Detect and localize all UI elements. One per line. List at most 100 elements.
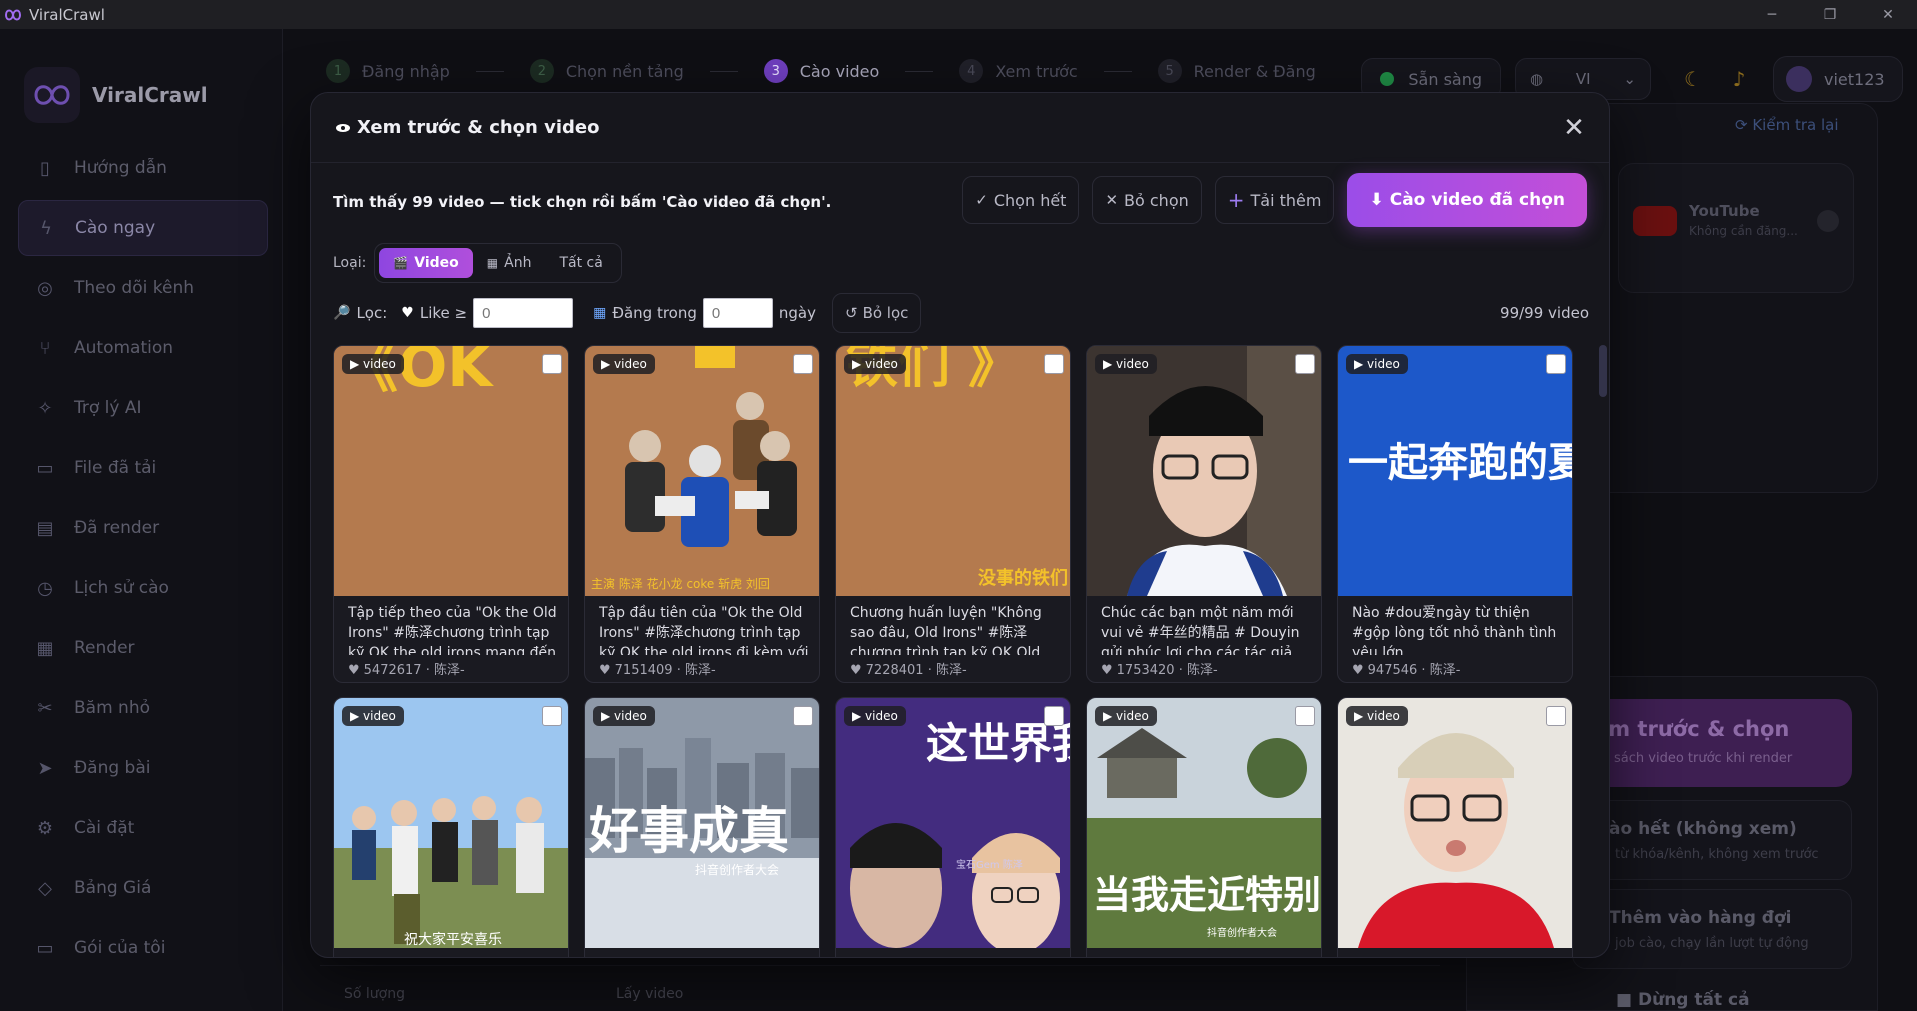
clapper-icon: 🎬 (393, 256, 409, 270)
like-count: 7151409 (614, 663, 673, 678)
select-checkbox[interactable] (1295, 354, 1315, 374)
window-title: ViralCrawl (29, 5, 105, 24)
video-thumbnail: 《OK ▶ video (334, 346, 568, 596)
type-video-tab[interactable]: 🎬 Video (379, 248, 473, 278)
sidebar-item-settings[interactable]: ⚙ Cài đặt (18, 800, 268, 856)
video-card[interactable]: 祝大家平安喜乐 ▶ video (333, 697, 569, 957)
crawl-all-button[interactable]: ào hết (không xem) từ khóa/kênh, không x… (1572, 800, 1852, 880)
step-render-post[interactable]: 5 Render & Đăng (1157, 59, 1316, 83)
reset-filter-button[interactable]: ↺ Bỏ lọc (831, 293, 922, 333)
step-crawl-video[interactable]: 3 Cào video (763, 59, 879, 83)
thumbnail-art: 这世界我来过 宝石Gem 陈泽 (836, 698, 1070, 948)
sparkle-icon: ✧ (37, 397, 53, 419)
video-badge: ▶ video (844, 354, 906, 374)
video-grid-scroll[interactable]: 《OK ▶ video Tập tiếp theo của "Ok the Ol… (333, 345, 1589, 957)
scrollbar-thumb[interactable] (1599, 345, 1607, 397)
sidebar-item-guide[interactable]: ▯ Hướng dẫn (18, 140, 268, 196)
video-thumbnail: 铁们 》 没事的铁们 ▶ video (836, 346, 1070, 596)
video-badge: ▶ video (1095, 706, 1157, 726)
platform-status: Không cần đăng... (1689, 224, 1798, 238)
video-card[interactable]: 好事成真 抖音创作者大会 ▶ video (584, 697, 820, 957)
sidebar-item-downloaded-files[interactable]: ▭ File đã tải (18, 440, 268, 496)
step-preview[interactable]: 4 Xem trước (959, 59, 1078, 83)
minus-icon[interactable] (1817, 210, 1839, 232)
user-menu[interactable]: viet123 (1773, 56, 1903, 102)
film-icon: ▦ (36, 637, 54, 659)
filter-text: Lọc: (356, 304, 388, 322)
heart-icon: ♥ (599, 663, 611, 678)
scissors-icon: ✂ (37, 697, 53, 719)
video-caption: Tập tiếp theo của "Ok the Old Irons" #陈泽… (348, 605, 557, 655)
select-checkbox[interactable] (793, 706, 813, 726)
step-login[interactable]: 1 Đăng nhập (326, 59, 450, 83)
step-number: 3 (763, 59, 788, 83)
thumbnail-art: 《OK (334, 346, 568, 596)
close-icon[interactable]: ✕ (1559, 113, 1589, 143)
video-meta: ♥ 947546 · 陈泽- (1352, 663, 1461, 678)
select-checkbox[interactable] (1295, 706, 1315, 726)
bell-icon[interactable]: ♪ (1727, 67, 1751, 91)
minimize-button[interactable]: ─ (1743, 0, 1801, 29)
step-choose-platform[interactable]: 2 Chọn nền tảng (529, 59, 684, 83)
like-count: 7228401 (865, 663, 924, 678)
sidebar-item-automation[interactable]: ⑂ Automation (18, 320, 268, 376)
video-thumbnail: 好事成真 抖音创作者大会 ▶ video (585, 698, 819, 948)
step-separator (475, 70, 504, 72)
like-min-input[interactable] (473, 298, 574, 328)
option-subtitle: job cào, chạy lần lượt tự động (1615, 936, 1809, 951)
button-label: Chọn hết (993, 190, 1067, 210)
days-label: ngày (778, 304, 816, 322)
sidebar-item-crawl-history[interactable]: ◷ Lịch sử cào (18, 560, 268, 616)
sidebar-item-ai-assistant[interactable]: ✧ Trợ lý AI (18, 380, 268, 436)
posted-days-input[interactable] (702, 298, 773, 328)
sidebar-item-pricing[interactable]: ◇ Bảng Giá (18, 860, 268, 916)
sidebar-item-rendered[interactable]: ▤ Đã render (18, 500, 268, 556)
send-icon: ➤ (37, 757, 53, 779)
platform-card-youtube[interactable]: YouTube Không cần đăng... (1618, 163, 1854, 293)
x-icon: ✕ (1105, 191, 1119, 209)
select-all-button[interactable]: ✓ Chọn hết (962, 176, 1080, 224)
gear-icon: ⚙ (36, 817, 54, 839)
select-checkbox[interactable] (542, 706, 562, 726)
video-card[interactable]: ▶ video Chúc các bạn một năm mới vui vẻ … (1086, 345, 1322, 683)
video-card[interactable]: 主演 陈泽 花小龙 coke 斩虎 刘回 ▶ video Tập đầu tiê… (584, 345, 820, 683)
select-checkbox[interactable] (1546, 354, 1566, 374)
recheck-link[interactable]: ⟳ Kiểm tra lại (1735, 116, 1839, 134)
crawl-selected-button[interactable]: ⬇ Cào video đã chọn (1347, 173, 1587, 227)
sidebar-item-follow-channel[interactable]: ◎ Theo dõi kênh (18, 260, 268, 316)
crawl-options-bar: Số lượng Lấy video (320, 965, 1440, 1011)
video-card[interactable]: 《OK ▶ video Tập tiếp theo của "Ok the Ol… (333, 345, 569, 683)
sidebar-item-my-plan[interactable]: ▭ Gói của tôi (18, 920, 268, 976)
stop-all-button[interactable]: ■ Dừng tất cả (1616, 990, 1750, 1010)
close-window-button[interactable]: ✕ (1859, 0, 1917, 29)
modal-title: Xem trước & chọn video (357, 117, 600, 138)
video-card[interactable]: 一起奔跑的夏天 ▶ video Nào #dou爱ngày từ thiện #… (1337, 345, 1573, 683)
select-checkbox[interactable] (542, 354, 562, 374)
select-checkbox[interactable] (1044, 706, 1064, 726)
select-checkbox[interactable] (1044, 354, 1064, 374)
select-checkbox[interactable] (1546, 706, 1566, 726)
title-bar: ViralCrawl ─ ❐ ✕ (0, 0, 1917, 29)
load-more-button[interactable]: + Tải thêm (1214, 176, 1335, 224)
deselect-button[interactable]: ✕ Bỏ chọn (1092, 176, 1202, 224)
moon-icon[interactable]: ☾ (1681, 67, 1705, 91)
type-all-tab[interactable]: Tất cả (545, 248, 616, 278)
heart-icon: ♥ (348, 663, 360, 678)
type-image-tab[interactable]: ▦ Ảnh (473, 248, 546, 278)
sidebar-item-post[interactable]: ➤ Đăng bài (18, 740, 268, 796)
sidebar-item-split[interactable]: ✂ Băm nhỏ (18, 680, 268, 736)
video-card[interactable]: 铁们 》 没事的铁们 ▶ video Chương huấn luyện "Kh… (835, 345, 1071, 683)
refresh-icon: ↺ (844, 304, 858, 322)
sidebar-item-render[interactable]: ▦ Render (18, 620, 268, 676)
sidebar-item-crawl-now[interactable]: ϟ Cào ngay (18, 200, 268, 256)
grid-scrollbar[interactable] (1599, 345, 1607, 957)
video-card[interactable]: 当我走近特别的你 抖音创作者大会 ▶ video (1086, 697, 1322, 957)
sidebar-item-label: Đã render (74, 518, 160, 538)
video-card[interactable]: 这世界我来过 宝石Gem 陈泽 ▶ video (835, 697, 1071, 957)
maximize-button[interactable]: ❐ (1801, 0, 1859, 29)
preview-select-button[interactable]: em trước & chọn sách video trước khi ren… (1572, 699, 1852, 787)
video-card[interactable]: ▶ video (1337, 697, 1573, 957)
select-checkbox[interactable] (793, 354, 813, 374)
add-to-queue-button[interactable]: Thêm vào hàng đợi job cào, chạy lần lượt… (1572, 889, 1852, 969)
author-name: 陈泽- (684, 663, 716, 678)
